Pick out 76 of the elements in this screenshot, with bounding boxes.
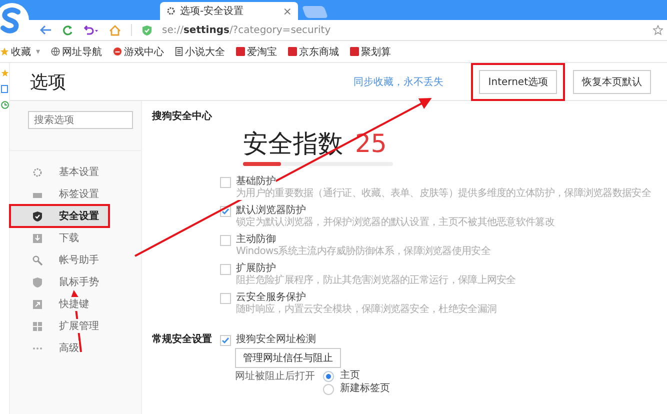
header-button[interactable]: Internet选项 <box>479 70 557 94</box>
bookmark-item[interactable]: 小说大全 <box>175 44 226 58</box>
page-title: 选项 <box>30 70 66 94</box>
gear-icon <box>32 166 43 178</box>
sidebar-item[interactable]: 安全设置 <box>10 205 109 227</box>
caret-icon: ▾ <box>36 47 40 56</box>
browser-tab[interactable]: 选项-安全设置 × <box>160 2 298 20</box>
radio-group-label: 网址被阻止后打开 <box>235 370 315 384</box>
bookmark-item[interactable]: 网址导航 <box>51 44 102 58</box>
checkbox-label: 搜狗安全网址检测 <box>236 334 316 346</box>
gear-icon <box>166 6 176 16</box>
checkbox[interactable] <box>220 293 231 304</box>
radio-button[interactable] <box>323 384 334 394</box>
sidebar-item[interactable]: 高级 <box>10 337 141 359</box>
option-label: 默认浏览器防护 <box>236 205 306 217</box>
option-label: 扩展防护 <box>236 263 276 275</box>
grid-icon <box>32 320 43 332</box>
home-icon[interactable] <box>109 24 121 36</box>
score-label: 安全指数 <box>243 129 343 159</box>
shield-icon <box>32 210 43 222</box>
bookmark-item[interactable]: 收藏 ▾ <box>0 44 40 58</box>
option-description: 随时响应，内置云安全模块，保障浏览器安全，杜绝安全漏洞 <box>236 304 497 316</box>
bookmark-item[interactable]: 聚划算 <box>350 44 392 58</box>
download-icon <box>32 232 43 244</box>
sidebar-item[interactable]: 基本设置 <box>10 161 141 183</box>
shield-icon <box>32 276 43 288</box>
refresh-icon[interactable] <box>62 24 73 36</box>
option-description: 为用户的重要数据（通行证、收藏、表单、皮肤等）提供多维度的立体防护，保障浏览器数据安全 <box>236 188 651 200</box>
sidebar-item[interactable]: 下载 <box>10 227 141 249</box>
back-icon[interactable] <box>40 25 52 35</box>
checkbox[interactable] <box>220 335 231 346</box>
shop-logo-icon <box>236 47 246 56</box>
shop-logo-icon <box>350 47 360 56</box>
sidebar-item[interactable]: 鼠标手势 <box>10 271 141 293</box>
section-heading: 常规安全设置 <box>152 334 213 347</box>
option-description: 锁定为默认浏览器，并保护浏览器的默认设置，主页不被其他恶意软件篡改 <box>236 217 554 229</box>
header-button[interactable]: 恢复本页默认 <box>573 70 651 94</box>
option-description: 阻拦危险扩展程序，防止其危害浏览器的正常运行，保障上网安全 <box>236 275 516 287</box>
checkbox[interactable] <box>220 177 231 188</box>
tab-title: 选项-安全设置 <box>180 4 245 18</box>
address-field[interactable]: se://settings/?category=security <box>162 24 331 36</box>
sidebar-item[interactable]: 标签设置 <box>10 183 141 205</box>
checkbox[interactable] <box>220 264 231 275</box>
bookmark-item[interactable]: 京东商城 <box>288 44 340 58</box>
globe-icon <box>51 47 60 56</box>
history-icon[interactable] <box>0 101 8 109</box>
document-icon[interactable] <box>1 85 8 93</box>
radio-button[interactable] <box>323 370 334 382</box>
sidebar-item[interactable]: 快捷键 <box>10 293 141 315</box>
sidebar-item[interactable]: 帐号助手 <box>10 249 141 271</box>
radio-label: 主页 <box>340 370 360 382</box>
search-field[interactable]: 搜索选项 <box>28 111 133 129</box>
undo-icon[interactable] <box>83 25 99 35</box>
star-icon <box>0 47 9 56</box>
game-icon <box>113 47 122 56</box>
bookmark-item[interactable]: 游戏中心 <box>113 44 164 58</box>
option-description: Windows系统主流内存威胁防御体系，保障浏览器使用安全 <box>236 246 490 258</box>
star-icon[interactable] <box>0 69 8 77</box>
close-icon[interactable]: × <box>282 4 292 18</box>
bookmark-item[interactable]: 爱淘宝 <box>236 44 278 58</box>
section-heading: 搜狗安全中心 <box>152 109 213 123</box>
score-value: 25 <box>355 129 387 159</box>
option-label: 云安全服务保护 <box>236 292 306 304</box>
search-icon <box>32 254 43 266</box>
sidebar-item[interactable]: 扩展管理 <box>10 315 141 337</box>
manage-button[interactable]: 管理网址信任与阻止 <box>235 348 341 368</box>
option-label: 基础防护 <box>236 176 276 188</box>
option-label: 主动防御 <box>236 234 276 246</box>
shield-icon <box>142 24 152 36</box>
shop-logo-icon <box>288 47 298 56</box>
shortcut-icon <box>32 298 43 310</box>
checkbox[interactable] <box>220 235 231 246</box>
radio-label: 新建标签页 <box>340 383 390 395</box>
document-icon <box>175 47 184 56</box>
star-icon[interactable] <box>653 25 663 35</box>
new-tab-button[interactable] <box>302 6 328 18</box>
